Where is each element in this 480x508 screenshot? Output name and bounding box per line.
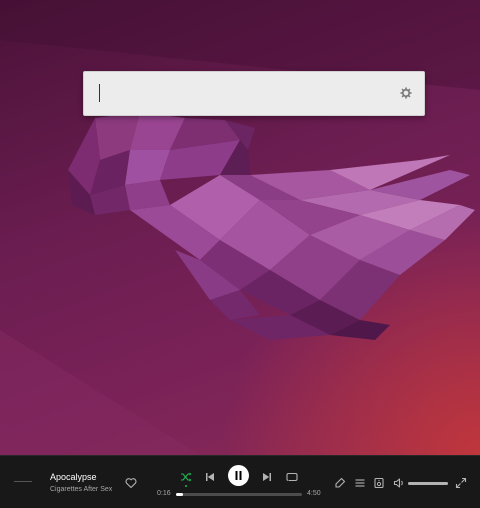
skip-back-icon[interactable] — [204, 471, 216, 483]
jellyfish-wallpaper-art — [0, 0, 480, 455]
track-title[interactable]: Apocalypse — [50, 472, 97, 482]
track-artist[interactable]: Cigarettes After Sex — [50, 486, 112, 493]
volume-slider[interactable] — [408, 482, 448, 485]
pause-icon — [235, 471, 242, 480]
connect-device-icon[interactable] — [373, 477, 385, 489]
pause-button[interactable] — [228, 465, 249, 486]
volume-fill — [408, 482, 448, 485]
now-playing-bar: Apocalypse Cigarettes After Sex 0:16 4:5… — [0, 455, 480, 508]
fullscreen-icon[interactable] — [455, 477, 467, 489]
search-launcher — [83, 71, 425, 116]
skip-forward-icon[interactable] — [261, 471, 273, 483]
elapsed-time: 0:16 — [157, 490, 171, 497]
progress-bar[interactable] — [176, 493, 302, 496]
microphone-icon[interactable] — [334, 477, 346, 489]
volume-icon[interactable] — [393, 477, 405, 489]
repeat-icon[interactable] — [286, 471, 298, 483]
shuffle-icon[interactable] — [180, 471, 192, 483]
album-cover[interactable] — [14, 481, 32, 482]
gear-icon[interactable] — [398, 85, 414, 101]
queue-icon[interactable] — [354, 477, 366, 489]
text-cursor — [99, 84, 100, 102]
heart-icon[interactable] — [125, 477, 137, 489]
search-input[interactable] — [96, 82, 390, 106]
desktop-wallpaper — [0, 0, 480, 455]
progress-fill — [176, 493, 183, 496]
total-time: 4:50 — [307, 490, 321, 497]
shuffle-active-indicator — [185, 485, 187, 487]
